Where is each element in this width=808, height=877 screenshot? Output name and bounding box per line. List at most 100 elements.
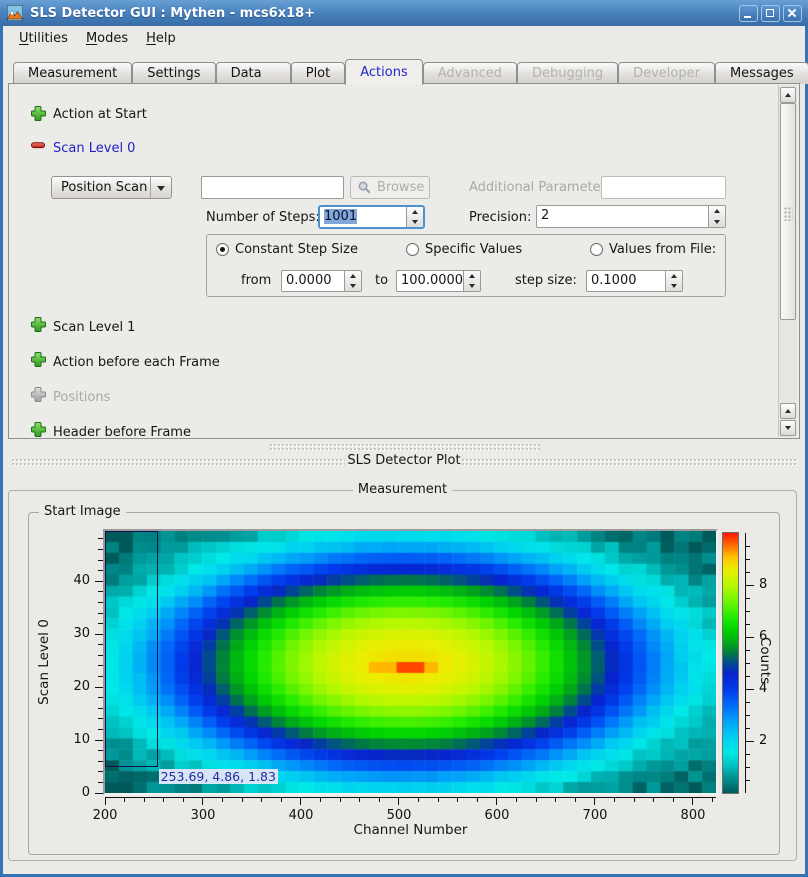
menu-bar: UtilitiesModesHelp xyxy=(3,26,805,50)
x-minor-tick xyxy=(418,798,419,802)
y-major-tick xyxy=(95,634,103,635)
y-axis-label: Scan Level 0 xyxy=(36,619,52,705)
x-minor-tick xyxy=(222,798,223,802)
menu-help[interactable]: Help xyxy=(137,28,185,49)
x-minor-tick xyxy=(379,798,380,802)
x-minor-tick xyxy=(555,798,556,802)
values-from-file-radio[interactable] xyxy=(590,243,603,256)
colorbar-minor-tick xyxy=(746,663,750,664)
x-minor-tick xyxy=(242,798,243,802)
colorbar-minor-tick xyxy=(746,767,750,768)
actions-pane: Action at Start Scan Level 0 Position Sc… xyxy=(8,83,800,439)
tab-data-output[interactable]: Data Output xyxy=(216,62,291,84)
x-minor-tick xyxy=(536,798,537,802)
minimize-button[interactable] xyxy=(739,5,758,22)
x-minor-tick xyxy=(614,798,615,802)
number-of-steps-value: 1001 xyxy=(324,209,357,224)
additional-parameter-label: Additional Parameter: xyxy=(469,180,610,195)
x-minor-tick xyxy=(183,798,184,802)
scroll-up-button-2[interactable] xyxy=(780,403,796,419)
colorbar-minor-tick xyxy=(746,715,750,716)
values-from-file-label: Values from File: xyxy=(609,242,716,257)
y-major-tick xyxy=(95,793,103,794)
colorbar-minor-tick xyxy=(746,611,750,612)
from-label: from xyxy=(241,273,271,288)
x-minor-tick xyxy=(575,798,576,802)
x-minor-tick xyxy=(438,798,439,802)
scan-mode-combobox[interactable]: Position Scan xyxy=(51,176,172,199)
colorbar-tick-label: 2 xyxy=(759,733,767,748)
spin-buttons[interactable] xyxy=(406,207,423,227)
menu-utilities[interactable]: Utilities xyxy=(10,28,77,49)
title-bar[interactable]: SLS Detector GUI : Mythen - mcs6x18+ xyxy=(0,0,808,26)
x-minor-tick xyxy=(261,798,262,802)
colorbar-major-tick xyxy=(746,637,754,638)
expand-plus-icon[interactable] xyxy=(30,351,46,367)
menu-modes[interactable]: Modes xyxy=(77,28,137,49)
x-tick-label: 700 xyxy=(570,808,620,823)
tab-settings[interactable]: Settings xyxy=(132,62,215,84)
expand-plus-icon[interactable] xyxy=(30,421,46,437)
arrow-down-icon xyxy=(785,426,791,430)
x-tick-label: 400 xyxy=(276,808,326,823)
tab-plot[interactable]: Plot xyxy=(291,62,346,84)
expand-plus-icon[interactable] xyxy=(30,105,46,121)
spin-down-icon xyxy=(412,220,418,224)
header-before-frame-label: Header before Frame xyxy=(53,425,191,439)
step-size-spinbox[interactable]: 0.1000 xyxy=(586,270,683,292)
y-tick-label: 0 xyxy=(64,785,90,800)
plot-tracker-tooltip: 253.69, 4.86, 1.83 xyxy=(159,769,278,784)
tab-messages[interactable]: Messages xyxy=(715,62,808,84)
x-major-tick xyxy=(496,798,497,805)
to-label: to xyxy=(375,273,388,288)
precision-value: 2 xyxy=(541,208,549,223)
close-button[interactable] xyxy=(783,5,802,22)
x-minor-tick xyxy=(144,798,145,802)
scan-script-input[interactable] xyxy=(201,176,344,199)
precision-spinbox[interactable]: 2 xyxy=(536,205,726,228)
colorbar-label: Counts xyxy=(757,637,773,684)
specific-values-radio[interactable] xyxy=(406,243,419,256)
number-of-steps-spinbox[interactable]: 1001 xyxy=(318,205,425,229)
x-tick-label: 800 xyxy=(668,808,718,823)
maximize-icon xyxy=(766,9,774,17)
combo-arrow-box xyxy=(150,177,171,198)
y-tick-label: 20 xyxy=(64,679,90,694)
dock-title[interactable]: SLS Detector Plot xyxy=(0,453,808,468)
colorbar-minor-tick xyxy=(746,728,750,729)
y-axis: 010203040 xyxy=(60,531,104,793)
splitter-handle[interactable] xyxy=(270,444,540,451)
colorbar-major-tick xyxy=(746,585,754,586)
browse-button: Browse xyxy=(350,176,430,199)
colorbar-major-tick xyxy=(746,741,754,742)
maximize-button[interactable] xyxy=(761,5,780,22)
x-minor-tick xyxy=(124,798,125,802)
from-spinbox[interactable]: 0.0000 xyxy=(281,270,362,292)
tab-actions[interactable]: Actions xyxy=(345,59,423,85)
magnifier-icon xyxy=(357,180,372,195)
colorbar-minor-tick xyxy=(746,559,750,560)
colorbar-minor-tick xyxy=(746,702,750,703)
x-minor-tick xyxy=(163,798,164,802)
scrollbar-thumb[interactable] xyxy=(780,103,796,320)
collapse-minus-icon[interactable] xyxy=(30,137,46,153)
x-minor-tick xyxy=(673,798,674,802)
x-minor-tick xyxy=(712,798,713,802)
expand-plus-icon[interactable] xyxy=(30,316,46,332)
colorbar-tick-label: 8 xyxy=(759,577,767,592)
heatmap-plot[interactable] xyxy=(105,531,716,793)
tab-developer: Developer xyxy=(618,62,715,84)
start-image-group-title: Start Image xyxy=(39,504,126,519)
constant-step-size-radio[interactable] xyxy=(216,243,229,256)
colorbar-minor-tick xyxy=(746,780,750,781)
vertical-scrollbar[interactable] xyxy=(778,85,797,437)
y-major-tick xyxy=(95,740,103,741)
to-spinbox[interactable]: 100.0000 xyxy=(396,270,481,292)
x-tick-label: 300 xyxy=(178,808,228,823)
from-value: 0.0000 xyxy=(286,273,332,288)
scroll-up-button[interactable] xyxy=(780,87,796,103)
scroll-down-button[interactable] xyxy=(780,420,796,436)
tab-measurement[interactable]: Measurement xyxy=(13,62,132,84)
number-of-steps-label: Number of Steps: xyxy=(206,210,320,225)
spin-buttons[interactable] xyxy=(708,206,725,227)
